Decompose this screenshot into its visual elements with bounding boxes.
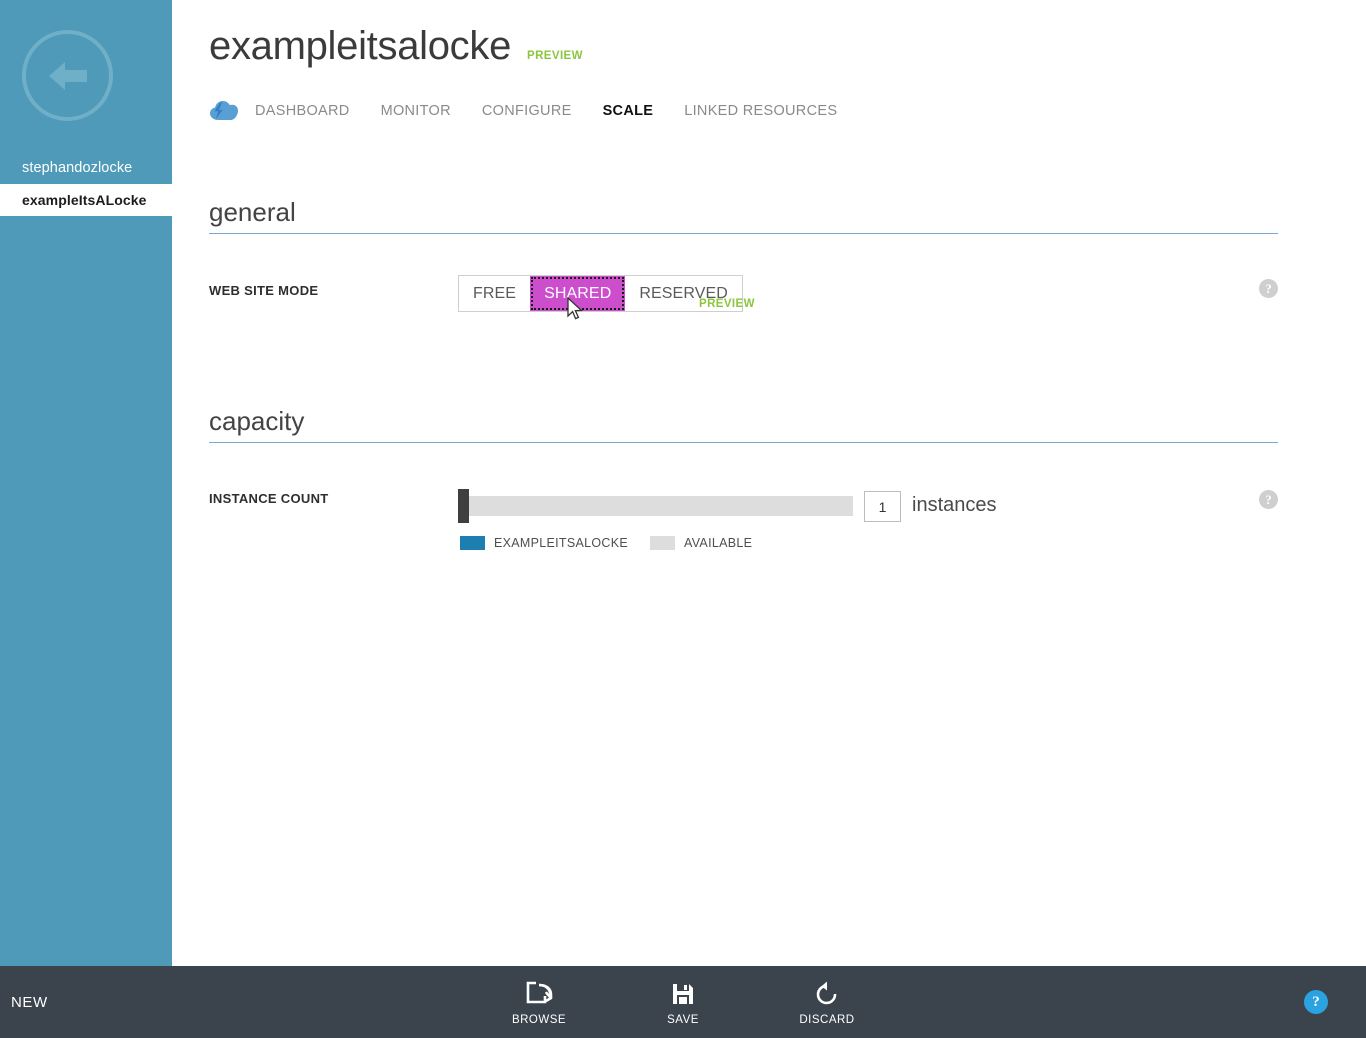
mode-option-shared[interactable]: SHARED [530,276,626,311]
tab-bar: DASHBOARD MONITOR CONFIGURE SCALE LINKED… [209,98,868,124]
sidebar-item-label: stephandozlocke [22,160,133,176]
web-site-mode-row: WEB SITE MODE FREE SHARED RESERVED PREVI… [209,275,1278,335]
discard-button-label: DISCARD [799,1013,855,1026]
tab-scale[interactable]: SCALE [603,103,654,119]
tab-configure[interactable]: CONFIGURE [482,103,572,119]
cloud-lightning-icon [210,101,238,120]
discard-icon [815,979,839,1009]
instance-count-row: INSTANCE COUNT instances EXAMPLEITSALOCK… [209,487,1278,567]
bottom-command-bar: NEW BROWSE SAVE DISCARD ? [0,966,1366,1038]
slider-handle[interactable] [458,489,469,523]
instance-count-input[interactable] [864,491,901,522]
back-button[interactable] [22,30,113,121]
azure-portal-window: stephandozlocke exampleItsALocke example… [0,0,1366,1038]
legend-swatch-available-icon [650,536,676,550]
save-button[interactable]: SAVE [642,979,724,1026]
discard-button[interactable]: DISCARD [786,979,868,1026]
browse-icon [525,979,553,1009]
legend-entry-available: AVAILABLE [650,536,752,550]
sidebar-item-website[interactable]: exampleItsALocke [0,184,172,216]
main-content: exampleitsalocke PREVIEW DASHBOARD MONIT… [172,0,1366,966]
save-icon [671,979,695,1009]
tab-dashboard[interactable]: DASHBOARD [255,103,350,119]
page-title: exampleitsalocke [209,24,512,68]
tab-linked-resources[interactable]: LINKED RESOURCES [684,103,837,119]
command-button-group: BROWSE SAVE DISCARD [0,966,1366,1038]
sidebar-item-subscription[interactable]: stephandozlocke [0,152,172,184]
instance-count-label: INSTANCE COUNT [209,491,329,506]
legend-label-used: EXAMPLEITSALOCKE [494,536,629,550]
save-button-label: SAVE [667,1013,699,1026]
slider-legend: EXAMPLEITSALOCKE AVAILABLE [460,536,774,550]
preview-badge: PREVIEW [527,50,583,62]
mode-preview-note: PREVIEW [699,298,755,310]
instance-count-slider[interactable] [458,489,853,523]
tab-monitor[interactable]: MONITOR [381,103,451,119]
section-divider [209,441,1278,443]
instances-unit-label: instances [912,494,997,516]
section-header-capacity: capacity [209,407,1278,443]
section-divider [209,232,1278,234]
sidebar-item-label: exampleItsALocke [22,192,147,208]
section-title: general [209,197,296,227]
web-site-mode-label: WEB SITE MODE [209,283,319,298]
help-icon-web-site-mode[interactable]: ? [1259,279,1278,298]
legend-swatch-used-icon [460,536,485,550]
section-header-general: general [209,198,1278,234]
help-icon-instance-count[interactable]: ? [1259,490,1278,509]
legend-label-available: AVAILABLE [684,536,753,550]
browse-button[interactable]: BROWSE [498,979,580,1026]
slider-track[interactable] [468,496,853,516]
mode-option-free[interactable]: FREE [459,276,530,311]
back-arrow-icon [48,61,87,90]
browse-button-label: BROWSE [511,1013,567,1026]
legend-entry-used: EXAMPLEITSALOCKE [460,536,628,550]
page-header: exampleitsalocke PREVIEW [209,26,583,66]
section-title: capacity [209,406,305,436]
sidebar: stephandozlocke exampleItsALocke [0,0,172,966]
help-button[interactable]: ? [1304,990,1328,1014]
